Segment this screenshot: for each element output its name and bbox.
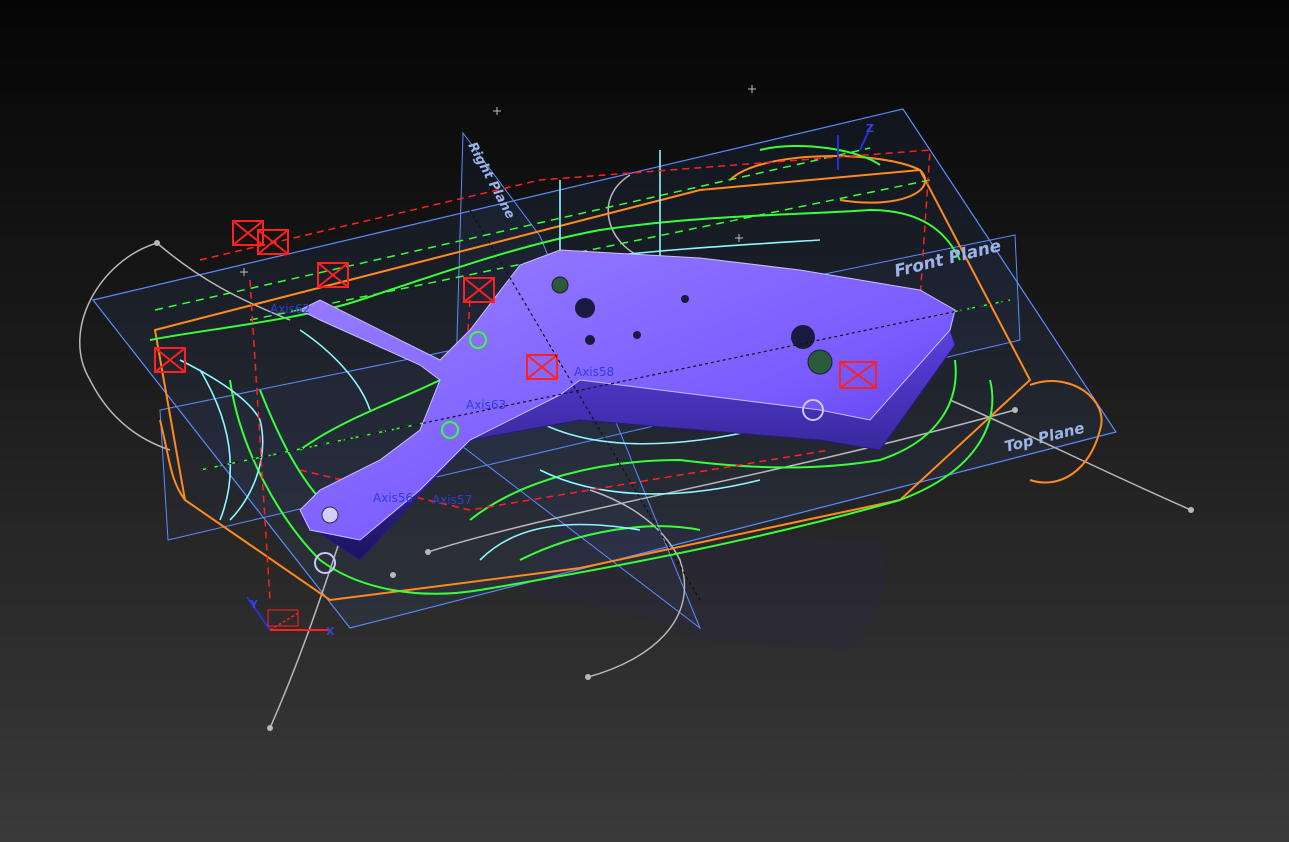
graphics-viewport[interactable]: Front Plane Top Plane Right Plane Axis62…: [0, 0, 1289, 842]
axis-label[interactable]: Axis62: [270, 302, 310, 316]
axis-label[interactable]: Axis63: [466, 398, 506, 412]
reference-point-icon: [748, 85, 756, 93]
origin-triad-icon[interactable]: X Y: [246, 596, 335, 638]
triad-z-label: Z: [866, 122, 874, 135]
axis-label[interactable]: Axis57: [432, 493, 472, 507]
axis-label[interactable]: Axis58: [574, 365, 614, 379]
triad-x-label: X: [326, 625, 335, 638]
reference-point-icon: [493, 107, 501, 115]
axis-label[interactable]: Axis56: [373, 491, 413, 505]
triad-y-label: Y: [249, 598, 259, 611]
